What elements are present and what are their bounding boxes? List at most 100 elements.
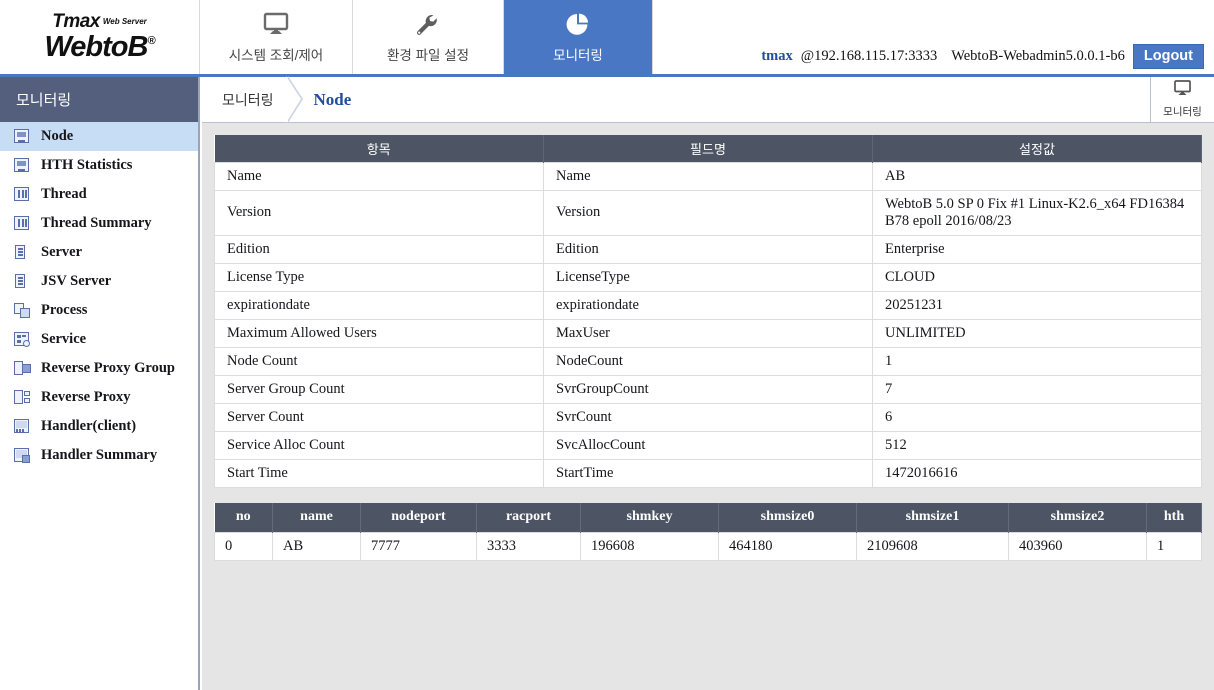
cell-nodeport: 7777 — [361, 533, 477, 561]
cell-value: WebtoB 5.0 SP 0 Fix #1 Linux-K2.6_x64 FD… — [873, 190, 1202, 235]
reverse-proxy-icon — [14, 390, 31, 405]
service-icon — [14, 332, 31, 347]
column-header-value: 설정값 — [873, 135, 1202, 162]
thread-icon — [14, 187, 31, 202]
brand-tmax-text: Tmax — [52, 11, 100, 32]
cell-value: UNLIMITED — [873, 319, 1202, 347]
breadcrumb-bar: 모니터링 Node 모니터링 — [202, 77, 1214, 123]
cell-item: Edition — [215, 235, 544, 263]
cell-value: CLOUD — [873, 263, 1202, 291]
sidebar-item-process-label: Process — [41, 302, 87, 319]
hth-icon — [14, 158, 31, 173]
cell-shmsize2: 403960 — [1009, 533, 1147, 561]
cell-item: Server Group Count — [215, 375, 544, 403]
table-header-row: no name nodeport racport shmkey shmsize0… — [215, 503, 1202, 533]
tab-config-file[interactable]: 환경 파일 설정 — [353, 0, 504, 74]
table-row: Start Time StartTime 1472016616 — [215, 459, 1202, 487]
tab-system-control[interactable]: 시스템 조회/제어 — [200, 0, 353, 74]
sidebar-item-service-label: Service — [41, 331, 86, 348]
brand-line-1: TmaxWeb Server — [52, 12, 147, 31]
brand-line-2: WebtoB® — [44, 32, 154, 62]
cell-item: Start Time — [215, 459, 544, 487]
breadcrumb-root[interactable]: 모니터링 — [202, 90, 274, 110]
sidebar-item-handler-summary-label: Handler Summary — [41, 447, 157, 464]
breadcrumb-separator-icon — [282, 77, 312, 123]
cell-value: 7 — [873, 375, 1202, 403]
cell-field: LicenseType — [544, 263, 873, 291]
table-row: Edition Edition Enterprise — [215, 235, 1202, 263]
cell-field: expirationdate — [544, 291, 873, 319]
table-row: Server Count SvrCount 6 — [215, 403, 1202, 431]
sidebar-item-jsv-server[interactable]: JSV Server — [0, 267, 198, 296]
cell-field: NodeCount — [544, 347, 873, 375]
reverse-proxy-group-icon — [14, 361, 31, 376]
cell-field: SvcAllocCount — [544, 431, 873, 459]
sidebar-item-handler-summary[interactable]: Handler Summary — [0, 441, 198, 470]
sidebar-item-thread[interactable]: Thread — [0, 180, 198, 209]
cell-value: Enterprise — [873, 235, 1202, 263]
table-row: Name Name AB — [215, 162, 1202, 190]
cell-value: 6 — [873, 403, 1202, 431]
sidebar-item-thread-label: Thread — [41, 186, 87, 203]
server-icon — [14, 245, 31, 260]
cell-shmkey: 196608 — [581, 533, 719, 561]
column-header-shmkey: shmkey — [581, 503, 719, 533]
tab-monitoring-label: 모니터링 — [553, 44, 603, 64]
cell-field: MaxUser — [544, 319, 873, 347]
column-header-nodeport: nodeport — [361, 503, 477, 533]
cell-value: 1 — [873, 347, 1202, 375]
cell-value: 1472016616 — [873, 459, 1202, 487]
cell-item: Version — [215, 190, 544, 235]
cell-item: Name — [215, 162, 544, 190]
pie-chart-icon — [565, 11, 591, 39]
sidebar-item-process[interactable]: Process — [0, 296, 198, 325]
column-header-racport: racport — [477, 503, 581, 533]
table-row: Server Group Count SvrGroupCount 7 — [215, 375, 1202, 403]
monitor-icon — [1173, 80, 1192, 102]
cell-value: AB — [873, 162, 1202, 190]
sidebar-item-reverse-proxy[interactable]: Reverse Proxy — [0, 383, 198, 412]
sidebar-item-handler-client-label: Handler(client) — [41, 418, 136, 435]
cell-field: SvrCount — [544, 403, 873, 431]
cell-item: Node Count — [215, 347, 544, 375]
table-row: Version Version WebtoB 5.0 SP 0 Fix #1 L… — [215, 190, 1202, 235]
tab-monitoring[interactable]: 모니터링 — [504, 0, 653, 74]
table-row: 0 AB 7777 3333 196608 464180 2109608 403… — [215, 533, 1202, 561]
cell-item: Server Count — [215, 403, 544, 431]
sidebar: 모니터링 Node HTH Statistics Thread Thread S… — [0, 77, 200, 690]
column-header-no: no — [215, 503, 273, 533]
column-header-field: 필드명 — [544, 135, 873, 162]
session-host: @192.168.115.17:3333 — [801, 48, 937, 65]
sidebar-item-node[interactable]: Node — [0, 122, 198, 151]
sidebar-item-server[interactable]: Server — [0, 238, 198, 267]
cell-shmsize0: 464180 — [719, 533, 857, 561]
cell-field: Edition — [544, 235, 873, 263]
monitoring-action-button[interactable]: 모니터링 — [1150, 77, 1214, 122]
node-icon — [14, 129, 31, 144]
thread-summary-icon — [14, 216, 31, 231]
sidebar-item-hth-statistics[interactable]: HTH Statistics — [0, 151, 198, 180]
column-header-shmsize0: shmsize0 — [719, 503, 857, 533]
sidebar-item-thread-summary[interactable]: Thread Summary — [0, 209, 198, 238]
node-info-table: 항목 필드명 설정값 Name Name AB Version Version … — [214, 135, 1202, 488]
table-row: License Type LicenseType CLOUD — [215, 263, 1202, 291]
sidebar-item-handler-client[interactable]: Handler(client) — [0, 412, 198, 441]
table-row: Node Count NodeCount 1 — [215, 347, 1202, 375]
node-detail-table: no name nodeport racport shmkey shmsize0… — [214, 503, 1202, 562]
table-header-row: 항목 필드명 설정값 — [215, 135, 1202, 162]
logout-button[interactable]: Logout — [1133, 44, 1204, 69]
column-header-shmsize1: shmsize1 — [857, 503, 1009, 533]
sidebar-item-service[interactable]: Service — [0, 325, 198, 354]
cell-hth: 1 — [1147, 533, 1202, 561]
sidebar-item-reverse-proxy-group[interactable]: Reverse Proxy Group — [0, 354, 198, 383]
cell-field: Version — [544, 190, 873, 235]
table-row: Maximum Allowed Users MaxUser UNLIMITED — [215, 319, 1202, 347]
cell-no: 0 — [215, 533, 273, 561]
brand-logo[interactable]: TmaxWeb Server WebtoB® — [0, 0, 200, 74]
jsv-server-icon — [14, 274, 31, 289]
sidebar-item-server-label: Server — [41, 244, 82, 261]
cell-value: 20251231 — [873, 291, 1202, 319]
breadcrumb-current: Node — [314, 90, 352, 110]
cell-racport: 3333 — [477, 533, 581, 561]
handler-client-icon — [14, 419, 31, 434]
